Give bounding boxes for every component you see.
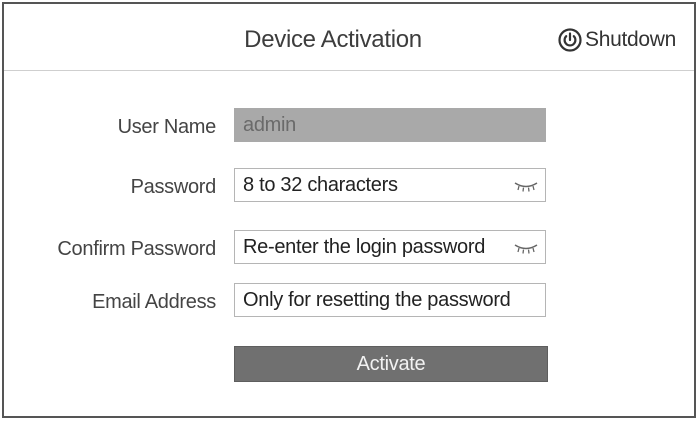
- eye-closed-icon[interactable]: [513, 179, 539, 193]
- email-input[interactable]: [235, 284, 545, 316]
- confirm-password-field: [234, 230, 546, 264]
- username-input: [235, 109, 545, 141]
- power-icon: [558, 28, 582, 52]
- email-field: [234, 283, 546, 317]
- username-row: User Name: [4, 108, 694, 144]
- confirm-password-label: Confirm Password: [57, 238, 216, 260]
- shutdown-button[interactable]: Shutdown: [558, 28, 676, 52]
- shutdown-label: Shutdown: [584, 28, 676, 51]
- device-activation-dialog: Device Activation Shutdown User Name Pas…: [2, 2, 696, 418]
- email-label: Email Address: [92, 291, 216, 313]
- password-label: Password: [130, 176, 217, 198]
- email-row: Email Address: [4, 283, 694, 319]
- password-input[interactable]: [235, 169, 545, 201]
- password-row: Password: [4, 168, 694, 204]
- dialog-header: Device Activation Shutdown: [4, 4, 694, 71]
- confirm-password-input[interactable]: [235, 231, 545, 263]
- confirm-password-row: Confirm Password: [4, 230, 694, 266]
- password-field: [234, 168, 546, 202]
- eye-closed-icon[interactable]: [513, 241, 539, 255]
- username-label: User Name: [117, 116, 217, 138]
- username-field: [234, 108, 546, 142]
- activate-button[interactable]: Activate: [234, 346, 548, 382]
